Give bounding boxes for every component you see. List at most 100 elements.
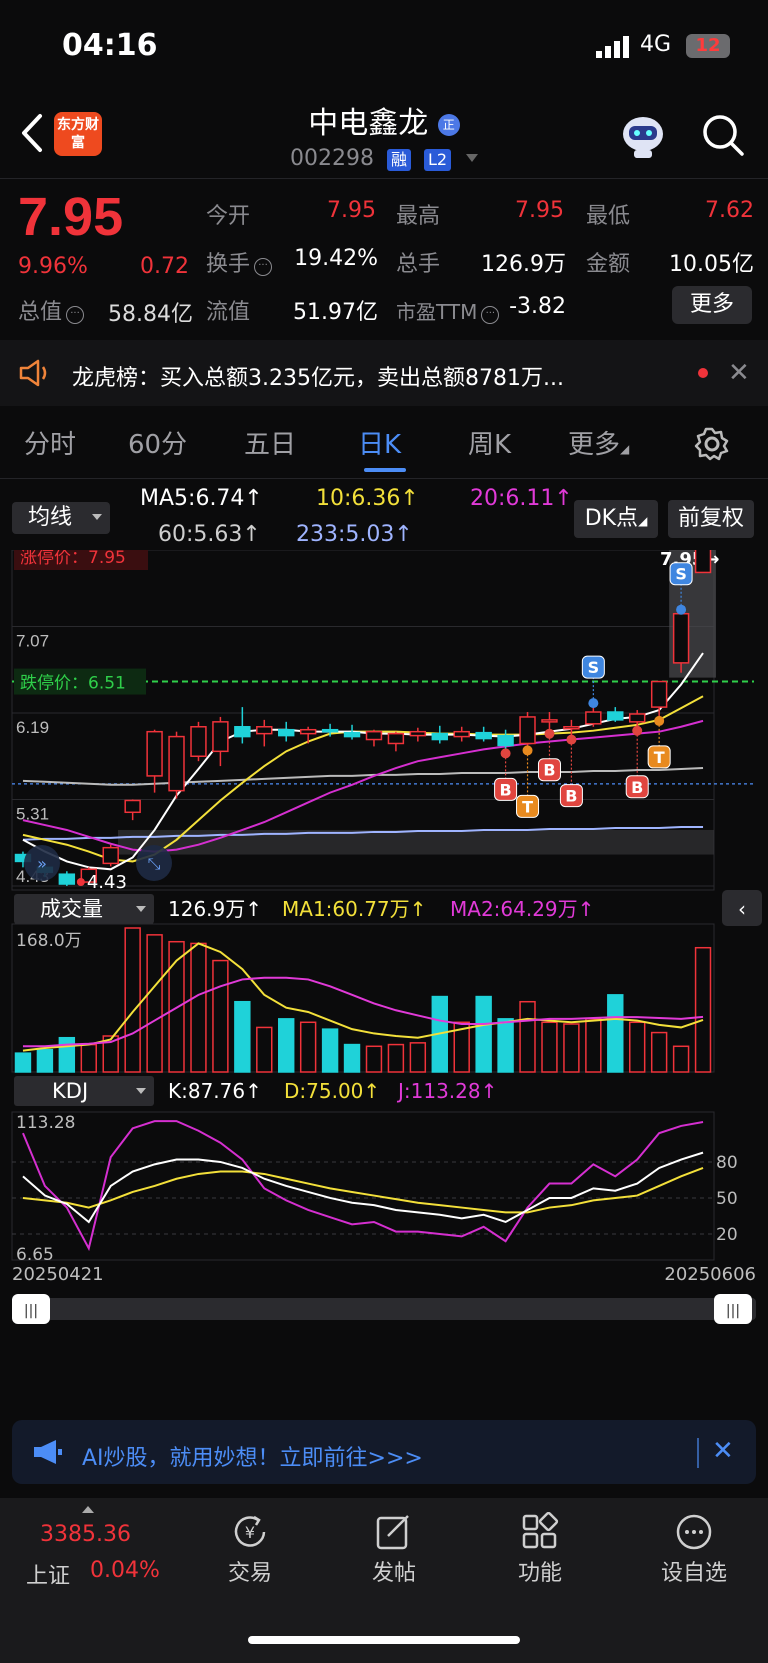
candle-body xyxy=(168,735,185,792)
pe-ttm-value: -3.82 xyxy=(509,294,566,319)
speaker-icon xyxy=(19,359,47,387)
nav-trade[interactable]: 交易 xyxy=(200,1555,300,1587)
tab-intraday[interactable]: 分时 xyxy=(24,424,76,461)
unread-dot xyxy=(698,368,708,378)
expand-arrows-icon: ⤡ xyxy=(148,854,161,873)
adjust-mode-button[interactable]: 前复权 xyxy=(668,500,754,538)
tab-five-day[interactable]: 五日 xyxy=(244,424,296,461)
tab-60min[interactable]: 60分 xyxy=(128,424,187,461)
signal-dot xyxy=(566,734,577,745)
close-icon[interactable]: ✕ xyxy=(712,1436,734,1466)
volume-bar xyxy=(629,1021,646,1073)
kdj-level-label: 50 xyxy=(716,1189,738,1209)
candle-body xyxy=(58,873,76,885)
float-cap-label: 流值 xyxy=(206,300,251,325)
tab-more[interactable]: 更多◢ xyxy=(568,424,629,461)
volume-bar xyxy=(36,1048,54,1073)
candle-body xyxy=(672,612,690,664)
volume-bar xyxy=(256,1026,273,1073)
market-cap-value: 58.84亿 xyxy=(108,302,193,327)
info-icon[interactable]: ··· xyxy=(66,306,85,324)
index-name[interactable]: 上证 xyxy=(26,1558,70,1590)
kdj-j-line xyxy=(22,1120,704,1252)
close-icon[interactable]: ✕ xyxy=(728,358,750,388)
signal-letter: S xyxy=(675,565,687,584)
volume-bar xyxy=(387,1043,405,1073)
volume-bar xyxy=(212,959,229,1073)
tab-daily-k[interactable]: 日K xyxy=(358,424,401,461)
post-icon[interactable] xyxy=(374,1512,414,1552)
low-price-dot xyxy=(76,878,85,886)
y-tick-label: 5.31 xyxy=(16,805,49,824)
kdj-k-value: K:87.76↑ xyxy=(168,1079,262,1103)
index-percent[interactable]: 0.04% xyxy=(90,1558,160,1583)
kdj-level-label: 80 xyxy=(716,1153,738,1173)
divider xyxy=(697,1438,699,1468)
notice-text[interactable]: 龙虎榜：买入总额3.235亿元，卖出总额8781万... xyxy=(72,360,652,392)
dropdown-corner-icon: ◢ xyxy=(620,442,630,456)
tab-weekly-k[interactable]: 周K xyxy=(468,424,511,461)
info-icon[interactable]: ··· xyxy=(254,258,273,276)
megaphone-icon xyxy=(34,1440,62,1464)
turnover-label: 换手 ··· xyxy=(206,246,273,278)
candle-body xyxy=(321,728,339,733)
signal-letter: T xyxy=(522,797,533,816)
stock-code-row[interactable]: 002298 融 L2 xyxy=(290,146,479,171)
stock-code: 002298 xyxy=(290,146,374,171)
signal-dot xyxy=(632,725,643,736)
volume-bar xyxy=(409,1042,427,1073)
volume-bar xyxy=(497,1018,514,1073)
battery-icon: 12 xyxy=(686,34,730,58)
candle-body xyxy=(694,550,712,574)
kline-chart[interactable]: 7.957.076.195.314.43涨停价：7.95跌停价：6.517.95… xyxy=(0,550,768,1410)
level2-tag: L2 xyxy=(424,149,452,171)
volume-bar xyxy=(541,1021,558,1073)
change-percent: 9.96% xyxy=(18,254,88,279)
volume-bar xyxy=(475,995,492,1073)
chevron-down-icon xyxy=(466,154,479,162)
signal-letter: S xyxy=(588,658,600,677)
volume-bar xyxy=(672,1045,690,1073)
apps-icon[interactable] xyxy=(520,1512,560,1552)
signal-letter: B xyxy=(543,761,555,780)
nav-functions[interactable]: 功能 xyxy=(490,1555,590,1587)
amount-label: 金额 xyxy=(586,252,631,277)
signal-dot xyxy=(654,715,665,726)
limit-up-label: 涨停价：7.95 xyxy=(20,550,126,568)
search-icon[interactable] xyxy=(700,112,746,158)
volume-bar xyxy=(278,1018,295,1073)
grip-icon: ||| xyxy=(24,1303,38,1319)
svg-text:¥: ¥ xyxy=(245,1523,255,1542)
candle-body xyxy=(124,799,141,814)
pe-ttm-label: 市盈TTM ··· xyxy=(396,296,500,325)
volume-bar xyxy=(234,1000,251,1073)
volume-label: 总手 xyxy=(396,252,441,277)
y-tick-label: 6.19 xyxy=(16,718,49,737)
volume-ma1: MA1:60.77万↑ xyxy=(282,897,426,921)
trade-icon[interactable]: ¥ xyxy=(230,1512,270,1552)
ma10-legend: 10:6.36↑ xyxy=(316,486,419,511)
dk-point-button[interactable]: DK点◢ xyxy=(574,500,658,538)
more-button[interactable]: 更多 xyxy=(672,286,752,324)
candle-body xyxy=(190,726,207,758)
status-time: 04:16 xyxy=(62,28,158,63)
candle-body xyxy=(650,680,668,708)
gear-icon[interactable] xyxy=(694,426,730,462)
assistant-robot-icon[interactable] xyxy=(618,112,668,160)
low-price-label: 4.43 xyxy=(87,872,127,893)
signal-dot xyxy=(544,728,555,739)
watchlist-icon[interactable] xyxy=(674,1512,714,1552)
volume-bar xyxy=(343,1043,361,1073)
index-value[interactable]: 3385.36 xyxy=(40,1522,131,1547)
ma5-legend: MA5:6.74↑ xyxy=(140,486,263,511)
candle-body xyxy=(146,730,163,777)
signal-letter: T xyxy=(654,748,665,767)
low-value: 7.62 xyxy=(705,198,754,223)
indicator-select[interactable]: 均线 xyxy=(12,502,110,534)
candle-body xyxy=(387,732,405,745)
nav-post[interactable]: 发帖 xyxy=(344,1555,444,1587)
ai-banner-text[interactable]: AI炒股，就用妙想！立即前往>>> xyxy=(82,1440,423,1472)
signal-letter: B xyxy=(499,780,511,799)
nav-watchlist[interactable]: 设自选 xyxy=(644,1555,744,1587)
candle-body xyxy=(541,719,558,723)
